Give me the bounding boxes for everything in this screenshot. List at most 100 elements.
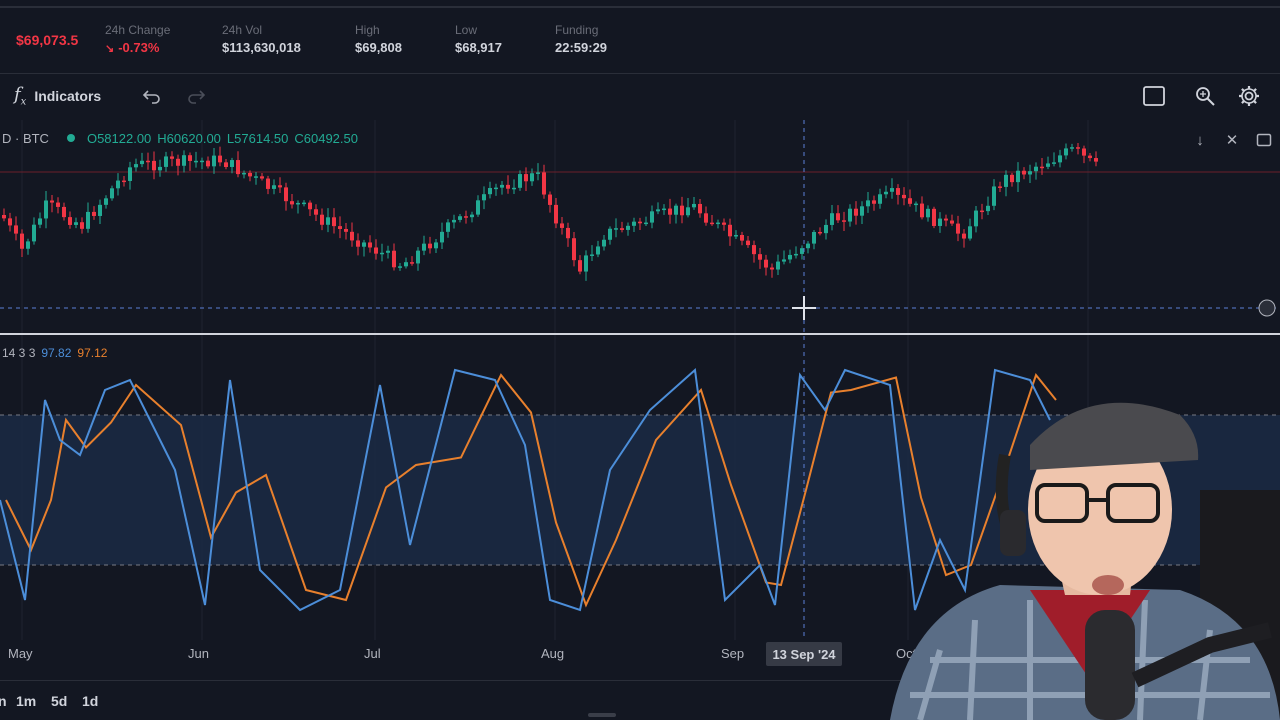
candle-body-133: [800, 248, 804, 254]
top-divider: [0, 6, 1280, 8]
candle-body-142: [854, 208, 858, 216]
funding-label: Funding: [555, 23, 599, 37]
x-axis-label-jul: Jul: [364, 646, 381, 661]
candle-body-145: [872, 200, 876, 204]
candle-body-159: [956, 223, 960, 234]
candle-body-15: [92, 211, 96, 216]
maximize-pane-button[interactable]: [1252, 128, 1276, 152]
candle-body-154: [926, 208, 930, 218]
candle-body-13: [80, 222, 84, 229]
indicators-label: Indicators: [34, 88, 102, 104]
candle-body-125: [752, 245, 756, 255]
candle-body-93: [560, 223, 564, 228]
candle-body-175: [1052, 162, 1056, 164]
candle-body-99: [596, 246, 600, 255]
settings-button[interactable]: [1237, 76, 1261, 116]
candle-body-53: [320, 214, 324, 225]
candle-body-139: [836, 213, 840, 221]
scroll-handle[interactable]: [588, 713, 616, 717]
candle-body-120: [722, 222, 726, 225]
candle-body-152: [914, 203, 918, 206]
change-value-row: ↘ -0.73%: [105, 40, 170, 55]
candle-body-80: [482, 194, 486, 201]
function-icon: fx: [14, 84, 27, 108]
candle-body-135: [812, 231, 816, 244]
candle-body-56: [338, 226, 342, 229]
candle-body-112: [674, 205, 678, 215]
candle-body-86: [518, 174, 522, 188]
candle-body-110: [662, 208, 666, 211]
candle-body-147: [884, 191, 888, 195]
candle-body-20: [122, 180, 126, 183]
candle-body-163: [980, 210, 984, 213]
candle-body-79: [476, 200, 480, 215]
maximize-icon: [1256, 133, 1272, 147]
candle-body-17: [104, 198, 108, 205]
candle-body-179: [1076, 147, 1080, 149]
cap: [1030, 402, 1199, 470]
down-arrow-icon: ↓: [1196, 131, 1204, 149]
candle-body-66: [398, 266, 402, 268]
candle-body-114: [686, 207, 690, 216]
indicators-button[interactable]: fx Indicators: [14, 76, 101, 116]
range-1m-button[interactable]: 1m: [16, 693, 36, 709]
candle-body-97: [584, 255, 588, 272]
candle-body-173: [1040, 166, 1044, 169]
undo-button[interactable]: [142, 76, 162, 116]
candle-body-138: [830, 213, 834, 225]
funding-value: 22:59:29: [555, 40, 608, 55]
candle-body-27: [164, 156, 168, 167]
candle-body-180: [1082, 148, 1086, 156]
candle-body-91: [548, 194, 552, 205]
candle-body-167: [1004, 174, 1008, 187]
candle-body-55: [332, 217, 336, 227]
change-label: 24h Change: [105, 23, 171, 37]
candle-body-109: [656, 209, 660, 212]
candle-body-39: [236, 160, 240, 175]
candle-body-118: [710, 222, 714, 225]
redo-button[interactable]: [186, 76, 206, 116]
candle-body-52: [314, 209, 318, 215]
candle-body-85: [512, 187, 516, 190]
x-axis-label-jun: Jun: [188, 646, 209, 661]
candle-body-103: [620, 228, 624, 230]
candle-body-122: [734, 235, 738, 237]
candle-body-100: [602, 239, 606, 247]
down-trend-icon: ↘: [105, 43, 115, 55]
candle-body-150: [902, 194, 906, 199]
candle-body-157: [944, 218, 948, 221]
zoom-button[interactable]: [1194, 76, 1216, 116]
candle-body-153: [920, 203, 924, 218]
candle-body-127: [764, 259, 768, 268]
zoom-icon: [1196, 87, 1215, 106]
collapse-pane-button[interactable]: ✕: [1220, 128, 1244, 152]
candle-body-140: [842, 220, 846, 222]
range-5d-button[interactable]: 5d: [51, 693, 67, 709]
candle-body-102: [614, 228, 618, 230]
ohlc-open: O58122.00: [86, 131, 152, 146]
fullscreen-button[interactable]: [1142, 76, 1166, 116]
candle-body-37: [224, 162, 228, 167]
candle-body-78: [470, 214, 474, 218]
candle-body-18: [110, 188, 114, 199]
candle-body-71: [428, 243, 432, 249]
candle-body-77: [464, 216, 468, 218]
candle-body-76: [458, 216, 462, 220]
webcam-streamer-overlay: [890, 402, 1280, 720]
candle-body-10: [62, 206, 66, 218]
candle-body-22: [134, 164, 138, 168]
candle-body-101: [608, 228, 612, 240]
range-1d-button[interactable]: 1d: [82, 693, 98, 709]
price-legend: D · BTC O58122.00 H60620.00 L57614.50 C60492…: [2, 131, 364, 146]
ohlc-low: L57614.50: [226, 131, 289, 146]
candle-body-41: [248, 172, 252, 177]
candle-body-64: [386, 250, 390, 253]
candle-body-42: [254, 176, 258, 178]
low-label: Low: [455, 23, 478, 37]
candle-body-73: [440, 231, 444, 243]
candle-body-87: [524, 174, 528, 182]
move-pane-down-button[interactable]: ↓: [1188, 128, 1212, 152]
candle-body-35: [212, 155, 216, 167]
last-price: $69,073.5: [16, 32, 79, 48]
add-alert-icon: [1258, 299, 1276, 317]
